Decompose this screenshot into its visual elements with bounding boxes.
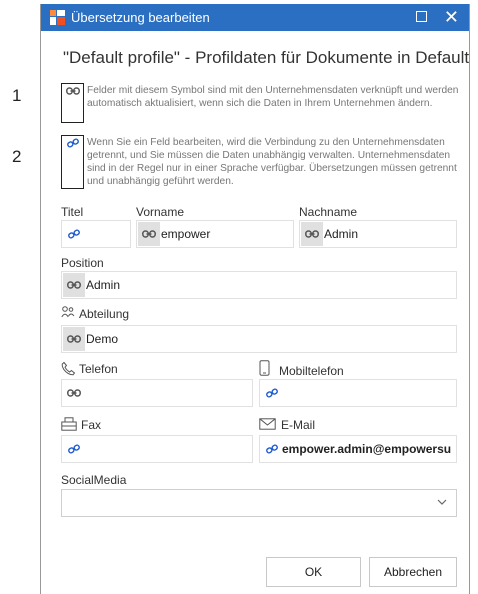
position-value: Admin — [86, 278, 121, 292]
email-unlink-badge — [261, 437, 283, 461]
link-icon — [305, 230, 319, 238]
link-icon — [66, 87, 80, 95]
fax-field[interactable] — [61, 435, 253, 463]
title-label: Titel — [61, 205, 84, 219]
link-icon — [67, 335, 81, 343]
department-link-badge — [63, 327, 85, 351]
email-value: empower.admin@empowersu — [282, 442, 452, 456]
mobile-phone-field[interactable] — [259, 379, 457, 407]
social-media-label: SocialMedia — [61, 473, 127, 487]
ok-button[interactable]: OK — [266, 557, 361, 587]
linked-legend-box — [61, 83, 84, 123]
callout-number-1: 1 — [12, 86, 22, 105]
window-title: Übersetzung bearbeiten — [71, 10, 210, 25]
fax-icon — [61, 417, 77, 431]
last-name-label: Nachname — [299, 205, 358, 219]
unlink-icon — [68, 229, 80, 239]
org-chart-icon — [61, 306, 75, 318]
position-link-badge — [63, 273, 85, 297]
phone-icon — [61, 361, 76, 376]
callout-number-2: 2 — [12, 147, 22, 166]
last-name-value: Admin — [324, 227, 359, 241]
first-name-label: Vorname — [136, 205, 185, 219]
fax-unlink-badge — [63, 437, 85, 461]
link-icon — [142, 230, 156, 238]
link-icon — [67, 389, 81, 397]
mobile-phone-unlink-badge — [261, 381, 283, 405]
first-name-value: empower — [161, 227, 211, 241]
email-label: E-Mail — [281, 418, 316, 432]
title-bar: Übersetzung bearbeiten ✕ — [41, 4, 469, 31]
first-name-link-badge — [138, 222, 160, 246]
department-field[interactable]: Demo — [61, 325, 457, 353]
unlink-icon — [68, 444, 80, 454]
fax-label: Fax — [81, 418, 102, 432]
social-media-select[interactable] — [61, 489, 457, 517]
last-name-link-badge — [301, 222, 323, 246]
chevron-down-icon — [437, 499, 447, 505]
envelope-icon — [259, 418, 276, 430]
mobile-phone-label: Mobiltelefon — [279, 364, 344, 378]
position-label: Position — [61, 256, 104, 270]
mobile-phone-icon — [259, 360, 270, 376]
unlink-icon — [266, 388, 278, 398]
app-icon — [50, 10, 65, 25]
edit-translation-dialog: Übersetzung bearbeiten ✕ "Default profil… — [40, 4, 470, 594]
phone-link-badge — [63, 381, 85, 405]
unlinked-legend-text: Wenn Sie ein Feld bearbeiten, wird die V… — [87, 137, 457, 187]
phone-label: Telefon — [79, 362, 118, 376]
close-button[interactable]: ✕ — [444, 6, 459, 28]
position-field[interactable]: Admin — [61, 271, 457, 299]
dialog-heading: "Default profile" - Profildaten für Doku… — [63, 48, 470, 67]
title-field[interactable] — [61, 220, 131, 248]
link-icon — [67, 281, 81, 289]
unlink-icon — [67, 138, 79, 148]
last-name-field[interactable]: Admin — [299, 220, 457, 248]
first-name-field[interactable]: empower — [136, 220, 294, 248]
title-unlink-badge — [63, 222, 85, 246]
department-label: Abteilung — [79, 307, 130, 321]
phone-field[interactable] — [61, 379, 253, 407]
linked-legend-text: Felder mit diesem Symbol sind mit den Un… — [87, 85, 459, 109]
unlink-icon — [266, 444, 278, 454]
maximize-button[interactable] — [416, 11, 427, 22]
department-value: Demo — [86, 332, 119, 346]
unlinked-legend-box — [61, 135, 84, 189]
email-field[interactable]: empower.admin@empowersu — [259, 435, 457, 463]
cancel-button[interactable]: Abbrechen — [369, 557, 457, 587]
